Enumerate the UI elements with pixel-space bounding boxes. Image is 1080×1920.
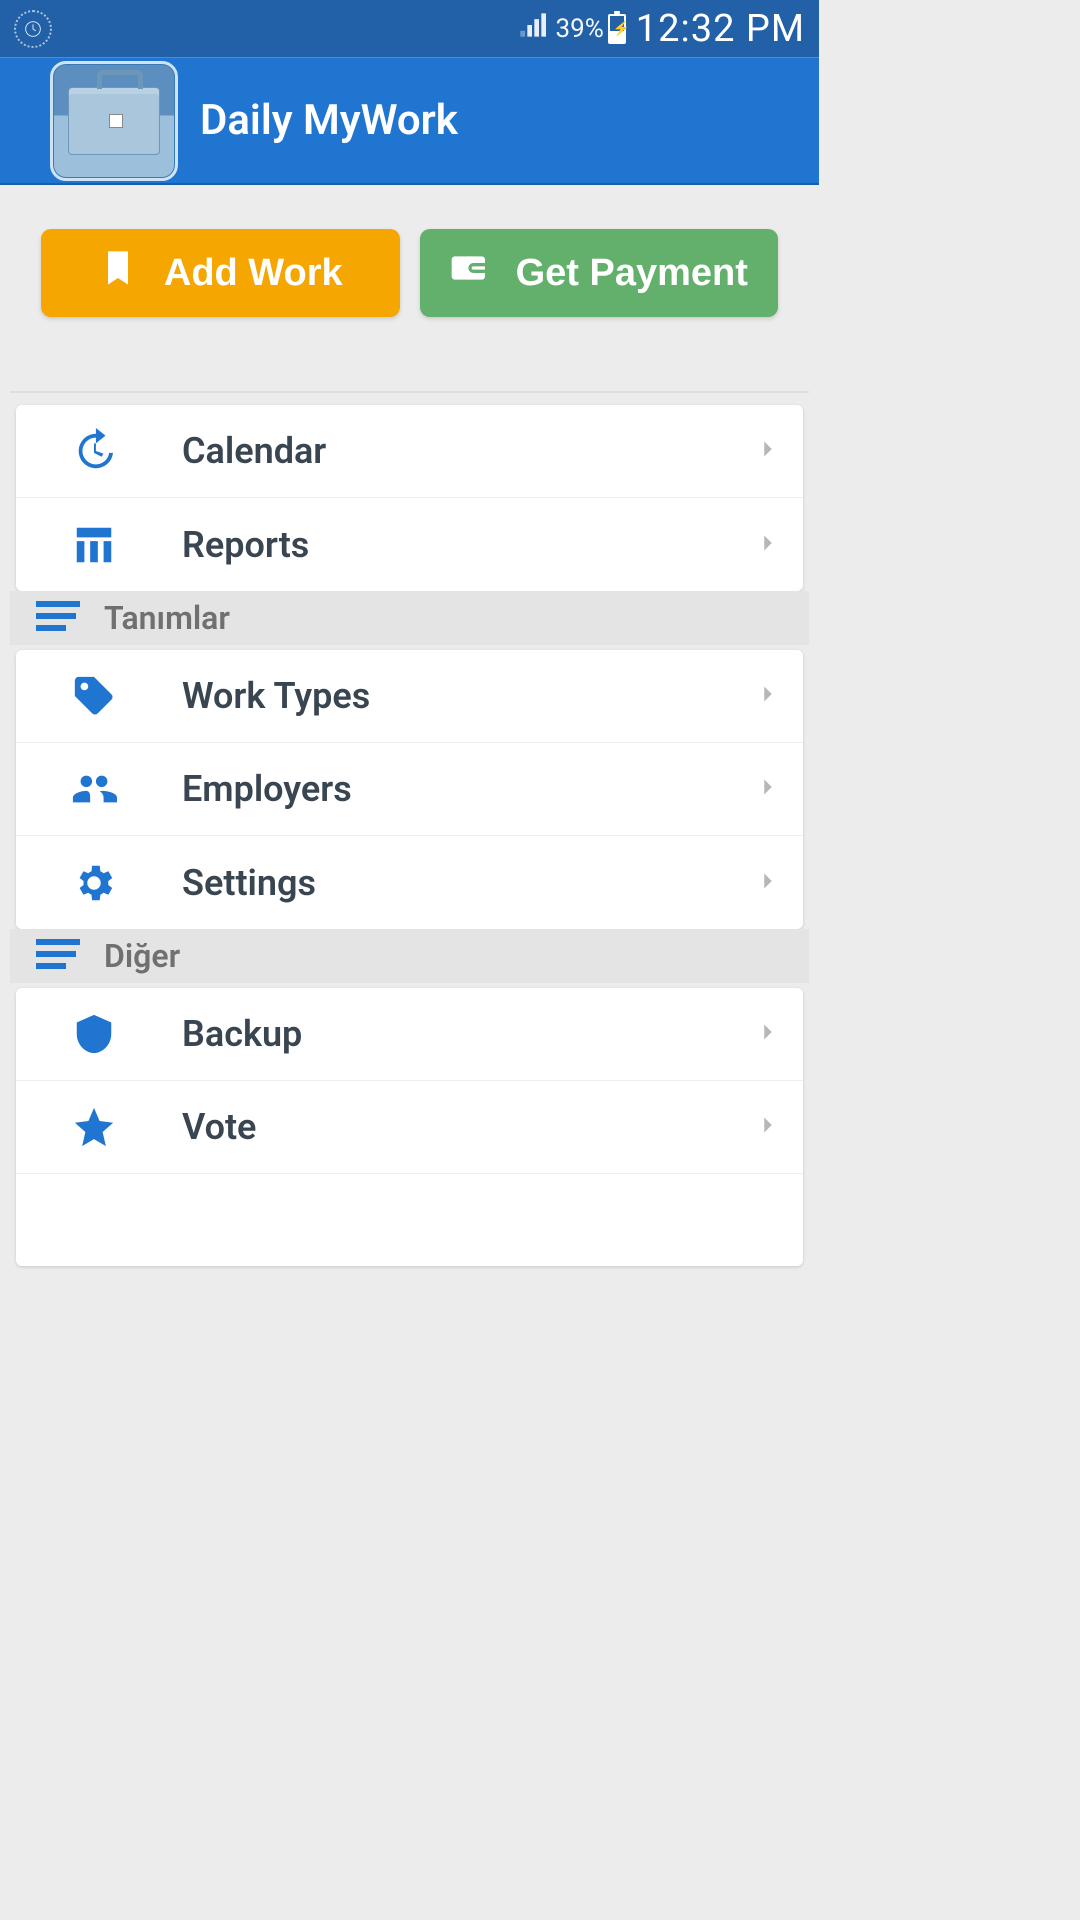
- status-app-icon: [14, 10, 52, 48]
- gear-icon: [66, 860, 122, 906]
- section-header-definitions: Tanımlar: [10, 591, 809, 645]
- column-chart-icon: [66, 522, 122, 568]
- battery-percent: 39%: [556, 14, 604, 44]
- menu-lines-icon: [36, 599, 80, 637]
- signal-icon: [518, 11, 546, 47]
- get-payment-label: Get Payment: [516, 252, 748, 295]
- menu-item-calendar[interactable]: Calendar: [16, 405, 803, 498]
- menu-item-work-types[interactable]: Work Types: [16, 650, 803, 743]
- divider: [10, 391, 809, 393]
- bookmark-icon: [98, 248, 138, 298]
- menu-item-label: Calendar: [182, 430, 693, 472]
- people-icon: [66, 766, 122, 812]
- chevron-right-icon: [753, 866, 783, 900]
- empty-row: [16, 1174, 803, 1266]
- app-header: Daily MyWork: [0, 57, 819, 185]
- menu-item-label: Reports: [182, 524, 693, 566]
- section-header-other: Diğer: [10, 929, 809, 983]
- wallet-icon: [450, 248, 490, 298]
- shield-icon: [66, 1011, 122, 1057]
- app-logo-briefcase-icon: [50, 61, 178, 181]
- section-title: Tanımlar: [104, 599, 230, 637]
- menu-item-label: Work Types: [182, 675, 693, 717]
- android-status-bar: 39% ⚡ 12:32 PM: [0, 0, 819, 57]
- menu-item-backup[interactable]: Backup: [16, 988, 803, 1081]
- menu-item-vote[interactable]: Vote: [16, 1081, 803, 1174]
- tag-icon: [66, 673, 122, 719]
- add-work-button[interactable]: Add Work: [41, 229, 400, 317]
- add-work-label: Add Work: [164, 252, 343, 295]
- menu-item-reports[interactable]: Reports: [16, 498, 803, 591]
- menu-group-other: Backup Vote: [16, 988, 803, 1266]
- action-button-row: Add Work Get Payment: [0, 185, 819, 317]
- menu-lines-icon: [36, 937, 80, 975]
- menu-group-definitions: Work Types Employers Settings: [16, 650, 803, 929]
- chevron-right-icon: [753, 434, 783, 468]
- menu-group-main: Calendar Reports: [16, 405, 803, 591]
- star-icon: [66, 1104, 122, 1150]
- app-title: Daily MyWork: [200, 96, 458, 145]
- menu-item-label: Vote: [182, 1106, 693, 1148]
- chevron-right-icon: [753, 772, 783, 806]
- menu-item-label: Employers: [182, 768, 693, 810]
- chevron-right-icon: [753, 1017, 783, 1051]
- chevron-right-icon: [753, 1110, 783, 1144]
- history-icon: [66, 428, 122, 474]
- status-time: 12:32 PM: [636, 7, 805, 51]
- menu-item-label: Settings: [182, 862, 693, 904]
- menu-item-employers[interactable]: Employers: [16, 743, 803, 836]
- menu-item-settings[interactable]: Settings: [16, 836, 803, 929]
- battery-indicator: 39% ⚡: [556, 14, 626, 44]
- get-payment-button[interactable]: Get Payment: [420, 229, 779, 317]
- chevron-right-icon: [753, 528, 783, 562]
- section-title: Diğer: [104, 937, 180, 975]
- menu-item-label: Backup: [182, 1013, 693, 1055]
- chevron-right-icon: [753, 679, 783, 713]
